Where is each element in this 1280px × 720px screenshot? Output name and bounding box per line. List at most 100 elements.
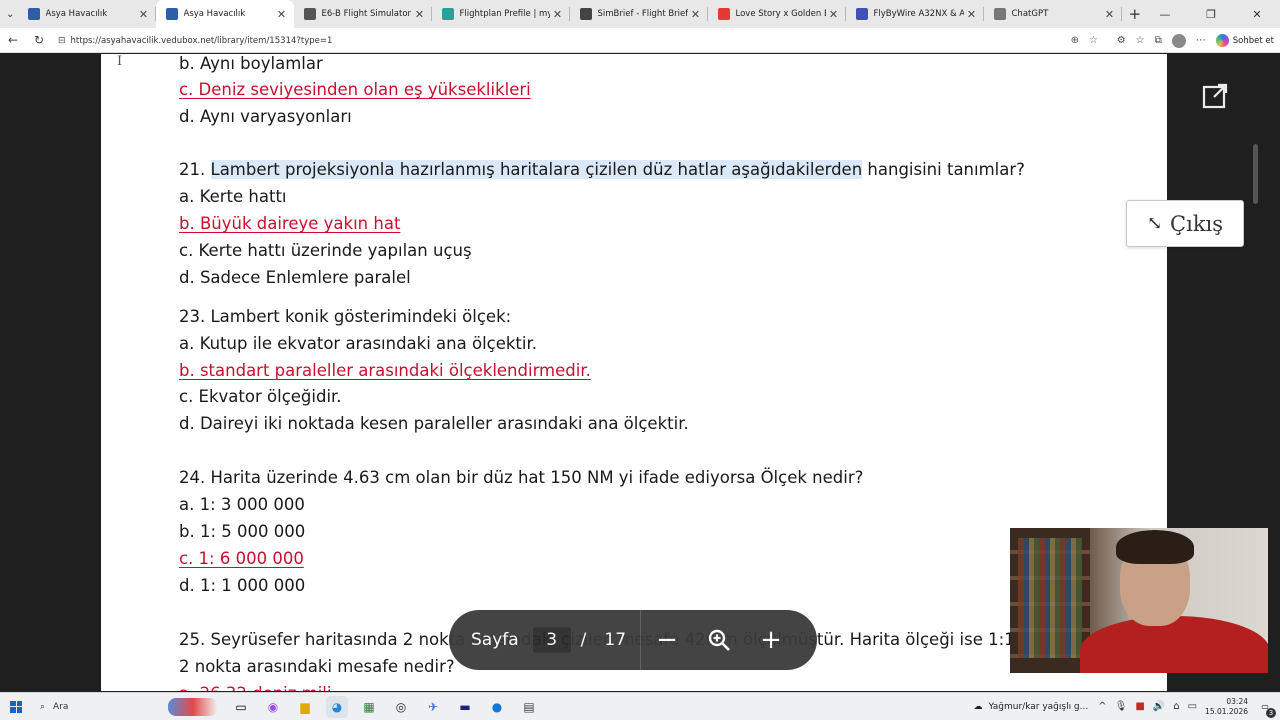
search-placeholder: Ara	[53, 701, 69, 712]
collapse-arrows-icon: ⤡	[1146, 213, 1163, 234]
profile-avatar[interactable]	[1171, 33, 1186, 48]
tab-separator	[1120, 7, 1122, 21]
reload-icon[interactable]: ↻	[26, 33, 52, 47]
tab-close-icon[interactable]: ✕	[964, 8, 980, 21]
browser-tab[interactable]: ChatGPT ✕	[984, 0, 1122, 28]
start-button[interactable]	[0, 700, 32, 713]
browser-tab[interactable]: Asya Havacılık ✕	[155, 0, 294, 28]
pdf-page-controls: Sayfa 3 / 17 − +	[449, 610, 817, 670]
tab-close-icon[interactable]: ✕	[688, 8, 704, 21]
tab-title: FlyByWire A32NX & A380X	[873, 9, 964, 19]
tab-close-icon[interactable]: ✕	[136, 8, 152, 21]
tray-app-icon[interactable]: ■	[1135, 701, 1144, 712]
flight-app-icon[interactable]: ✈	[422, 696, 444, 718]
taskbar-search[interactable]: ⌕ Ara	[34, 696, 224, 718]
zoom-icon[interactable]: ⊕	[1071, 35, 1079, 46]
url-text: https://asyahavacilik.vedubox.net/librar…	[70, 35, 333, 46]
tab-title: SimBrief - Flight Briefing	[597, 9, 688, 19]
taskbar-apps: ▭ ◉ ▆ ◕ ▦ ◎ ✈ ▬ ● ▤	[230, 695, 540, 718]
document-line: b. Aynı boylamlar	[179, 54, 323, 73]
notification-icon[interactable]: ▭ 3	[1256, 699, 1276, 718]
document-line: d. Daireyi iki noktada kesen paraleller …	[179, 414, 689, 433]
obs-icon[interactable]: ◎	[390, 696, 412, 718]
calculator-icon[interactable]: ▤	[518, 696, 540, 718]
task-view-icon[interactable]: ▭	[230, 696, 252, 718]
zoom-in-icon[interactable]: +	[745, 625, 797, 655]
page-total: 17	[604, 630, 627, 650]
page-separator: /	[580, 630, 587, 650]
favorite-star-icon[interactable]: ☆	[1089, 35, 1098, 46]
browser-tab[interactable]: FlyByWire A32NX & A380X✕	[846, 0, 984, 28]
clock-time: 03:24	[1226, 696, 1248, 706]
notes-app-icon[interactable]: ▦	[358, 696, 380, 718]
zoom-fit-icon[interactable]	[693, 628, 745, 652]
tab-favicon-icon	[855, 8, 868, 20]
question-text: hangisini tanımlar?	[862, 160, 1025, 179]
tab-search-chevron-icon[interactable]: ⌄	[3, 3, 18, 25]
tray-chevron-icon[interactable]: ^	[1098, 701, 1106, 712]
browser-tab[interactable]: Flightplan Prefile | myVATSIM✕	[432, 0, 570, 28]
copilot-button[interactable]: Sohbet et	[1215, 34, 1274, 47]
new-tab-button[interactable]: +	[1128, 5, 1143, 23]
favorites-icon[interactable]: ☆	[1136, 35, 1145, 46]
search-highlight-image	[168, 697, 218, 716]
browser-tab[interactable]: E6-B Flight Simulator ✕	[294, 0, 432, 28]
back-icon[interactable]: ←	[0, 33, 26, 47]
file-explorer-icon[interactable]: ▆	[294, 696, 316, 718]
exit-label: Çıkış	[1170, 211, 1224, 236]
clock[interactable]: 03:24 15.01.2026	[1205, 697, 1248, 717]
document-line: d. 1: 1 000 000	[179, 576, 306, 595]
browser-tab[interactable]: Asya Havacılık ✕	[18, 0, 156, 28]
tab-close-icon[interactable]: ✕	[412, 8, 428, 21]
document-line: 24. Harita üzerinde 4.63 cm olan bir düz…	[179, 468, 864, 487]
restore-icon[interactable]: ❐	[1188, 0, 1234, 28]
copilot-app-icon[interactable]: ◉	[262, 696, 284, 718]
tab-title: E6-B Flight Simulator	[321, 9, 412, 19]
volume-icon[interactable]: 🔊	[1153, 701, 1165, 712]
notification-badge: 3	[1266, 707, 1276, 718]
address-bar[interactable]: ⊟ https://asyahavacilik.vedubox.net/libr…	[52, 31, 1104, 50]
person-shirt	[1080, 616, 1268, 673]
tab-close-icon[interactable]: ✕	[826, 8, 842, 21]
viewer-scrollbar[interactable]	[1253, 144, 1258, 204]
minimize-icon[interactable]: —	[1142, 0, 1188, 28]
weather-widget[interactable]: ☁ Yağmur/kar yağışlı g...	[974, 702, 1089, 712]
document-line: b. standart paraleller arasındaki ölçekl…	[179, 361, 591, 380]
zoom-out-icon[interactable]: −	[641, 625, 693, 655]
edge-browser-icon[interactable]: ◕	[326, 695, 348, 718]
text-cursor-icon: I	[117, 54, 123, 69]
browser-tab[interactable]: Love Story x Golden Bro✕	[708, 0, 846, 28]
selected-text: Lambert projeksiyonla hazırlanmış harita…	[210, 160, 863, 179]
document-line: c. Deniz seviyesinden olan eş yükseklikl…	[179, 80, 531, 99]
books-image	[1018, 538, 1082, 658]
chrome-icon[interactable]: ●	[486, 696, 508, 718]
document-line: b. 1: 5 000 000	[179, 522, 306, 541]
collections-icon[interactable]: ⧉	[1155, 35, 1162, 46]
extensions-icon[interactable]: ⚙	[1117, 35, 1126, 46]
battery-icon[interactable]: ▭	[1188, 701, 1197, 712]
close-window-icon[interactable]: ✕	[1234, 0, 1280, 28]
microphone-icon[interactable]: 🎙	[1115, 701, 1128, 712]
tab-title: Asya Havacılık	[45, 9, 108, 19]
document-viewer: I b. Aynı boylamlar c. Deniz seviyesinden…	[0, 54, 1280, 691]
network-icon[interactable]: ⌂	[1173, 701, 1179, 712]
tab-favicon-icon	[579, 8, 592, 20]
question-number: 21.	[179, 160, 206, 179]
browser-tab[interactable]: SimBrief - Flight Briefing✕	[570, 0, 708, 28]
document-line: d. Aynı varyasyonları	[179, 107, 352, 126]
popout-icon[interactable]	[1201, 82, 1229, 110]
tab-close-icon[interactable]: ✕	[274, 8, 290, 21]
terminal-icon[interactable]: ▬	[454, 696, 476, 718]
document-line: 2 nokta arasındaki mesafe nedir?	[179, 657, 455, 676]
tab-close-icon[interactable]: ✕	[550, 8, 566, 21]
tab-title: Flightplan Prefile | myVATSIM	[459, 9, 550, 19]
exit-fullscreen-button[interactable]: ⤡ Çıkış	[1126, 200, 1244, 247]
page-number-input[interactable]: 3	[532, 627, 571, 653]
more-menu-icon[interactable]: ⋯	[1196, 35, 1206, 46]
tab-close-icon[interactable]: ✕	[1102, 8, 1118, 21]
document-line: d. Sadece Enlemlere paralel	[179, 268, 411, 287]
site-info-icon[interactable]: ⊟	[58, 36, 66, 46]
clock-date: 15.01.2026	[1205, 706, 1248, 716]
document-line: 23. Lambert konik gösterimindeki ölçek:	[179, 307, 512, 326]
document-line: c. Ekvator ölçeğidir.	[179, 387, 342, 406]
